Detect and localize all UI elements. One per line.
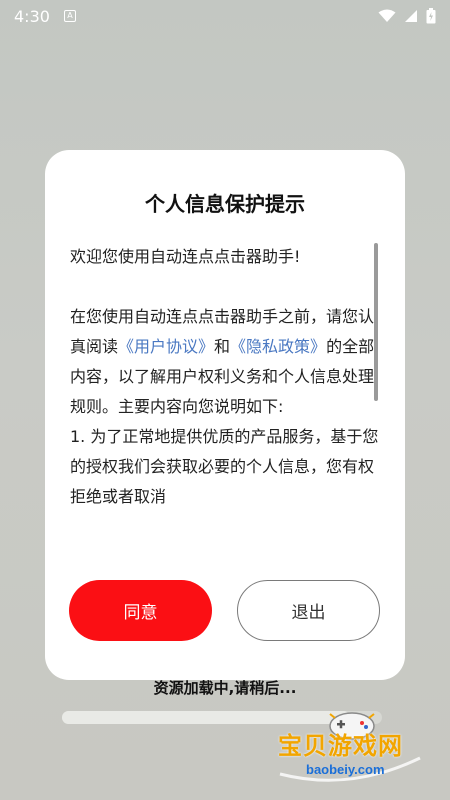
privacy-policy-link[interactable]: 《隐私政策》 [230, 337, 326, 356]
scrollbar-thumb[interactable] [374, 243, 378, 401]
user-agreement-link[interactable]: 《用户协议》 [118, 337, 214, 356]
privacy-dialog: 个人信息保护提示 欢迎您使用自动连点点击器助手! 在您使用自动连点点击器助手之前… [45, 150, 405, 680]
watermark-url: baobeiy.com [306, 762, 385, 777]
battery-icon [426, 8, 436, 24]
dialog-title: 个人信息保护提示 [145, 192, 305, 216]
status-icons [378, 8, 436, 24]
welcome-text: 欢迎您使用自动连点点击器助手! [70, 247, 301, 266]
status-time: 4:30 [14, 6, 50, 26]
agree-button[interactable]: 同意 [69, 580, 212, 641]
paragraph-text-and: 和 [214, 337, 231, 356]
exit-button[interactable]: 退出 [237, 580, 380, 641]
watermark-logo: 宝贝游戏网 baobeiy.com [270, 708, 440, 788]
watermark-title: 宝贝游戏网 [278, 732, 403, 760]
list-item-1: 1. 为了正常地提供优质的产品服务，基于您的授权我们会获取必要的个人信息，您有权… [70, 427, 379, 506]
dialog-content[interactable]: 欢迎您使用自动连点点击器助手! 在您使用自动连点点击器助手之前，请您认真阅读《用… [70, 242, 380, 546]
wifi-icon [378, 9, 396, 22]
privacy-paragraph: 在您使用自动连点点击器助手之前，请您认真阅读《用户协议》和《隐私政策》的全部内容… [70, 302, 380, 422]
signal-icon [405, 10, 417, 22]
status-bar: 4:30 A [0, 0, 450, 32]
loading-text: 资源加载中,请稍后... [153, 679, 297, 697]
app-notification-icon: A [63, 10, 76, 22]
